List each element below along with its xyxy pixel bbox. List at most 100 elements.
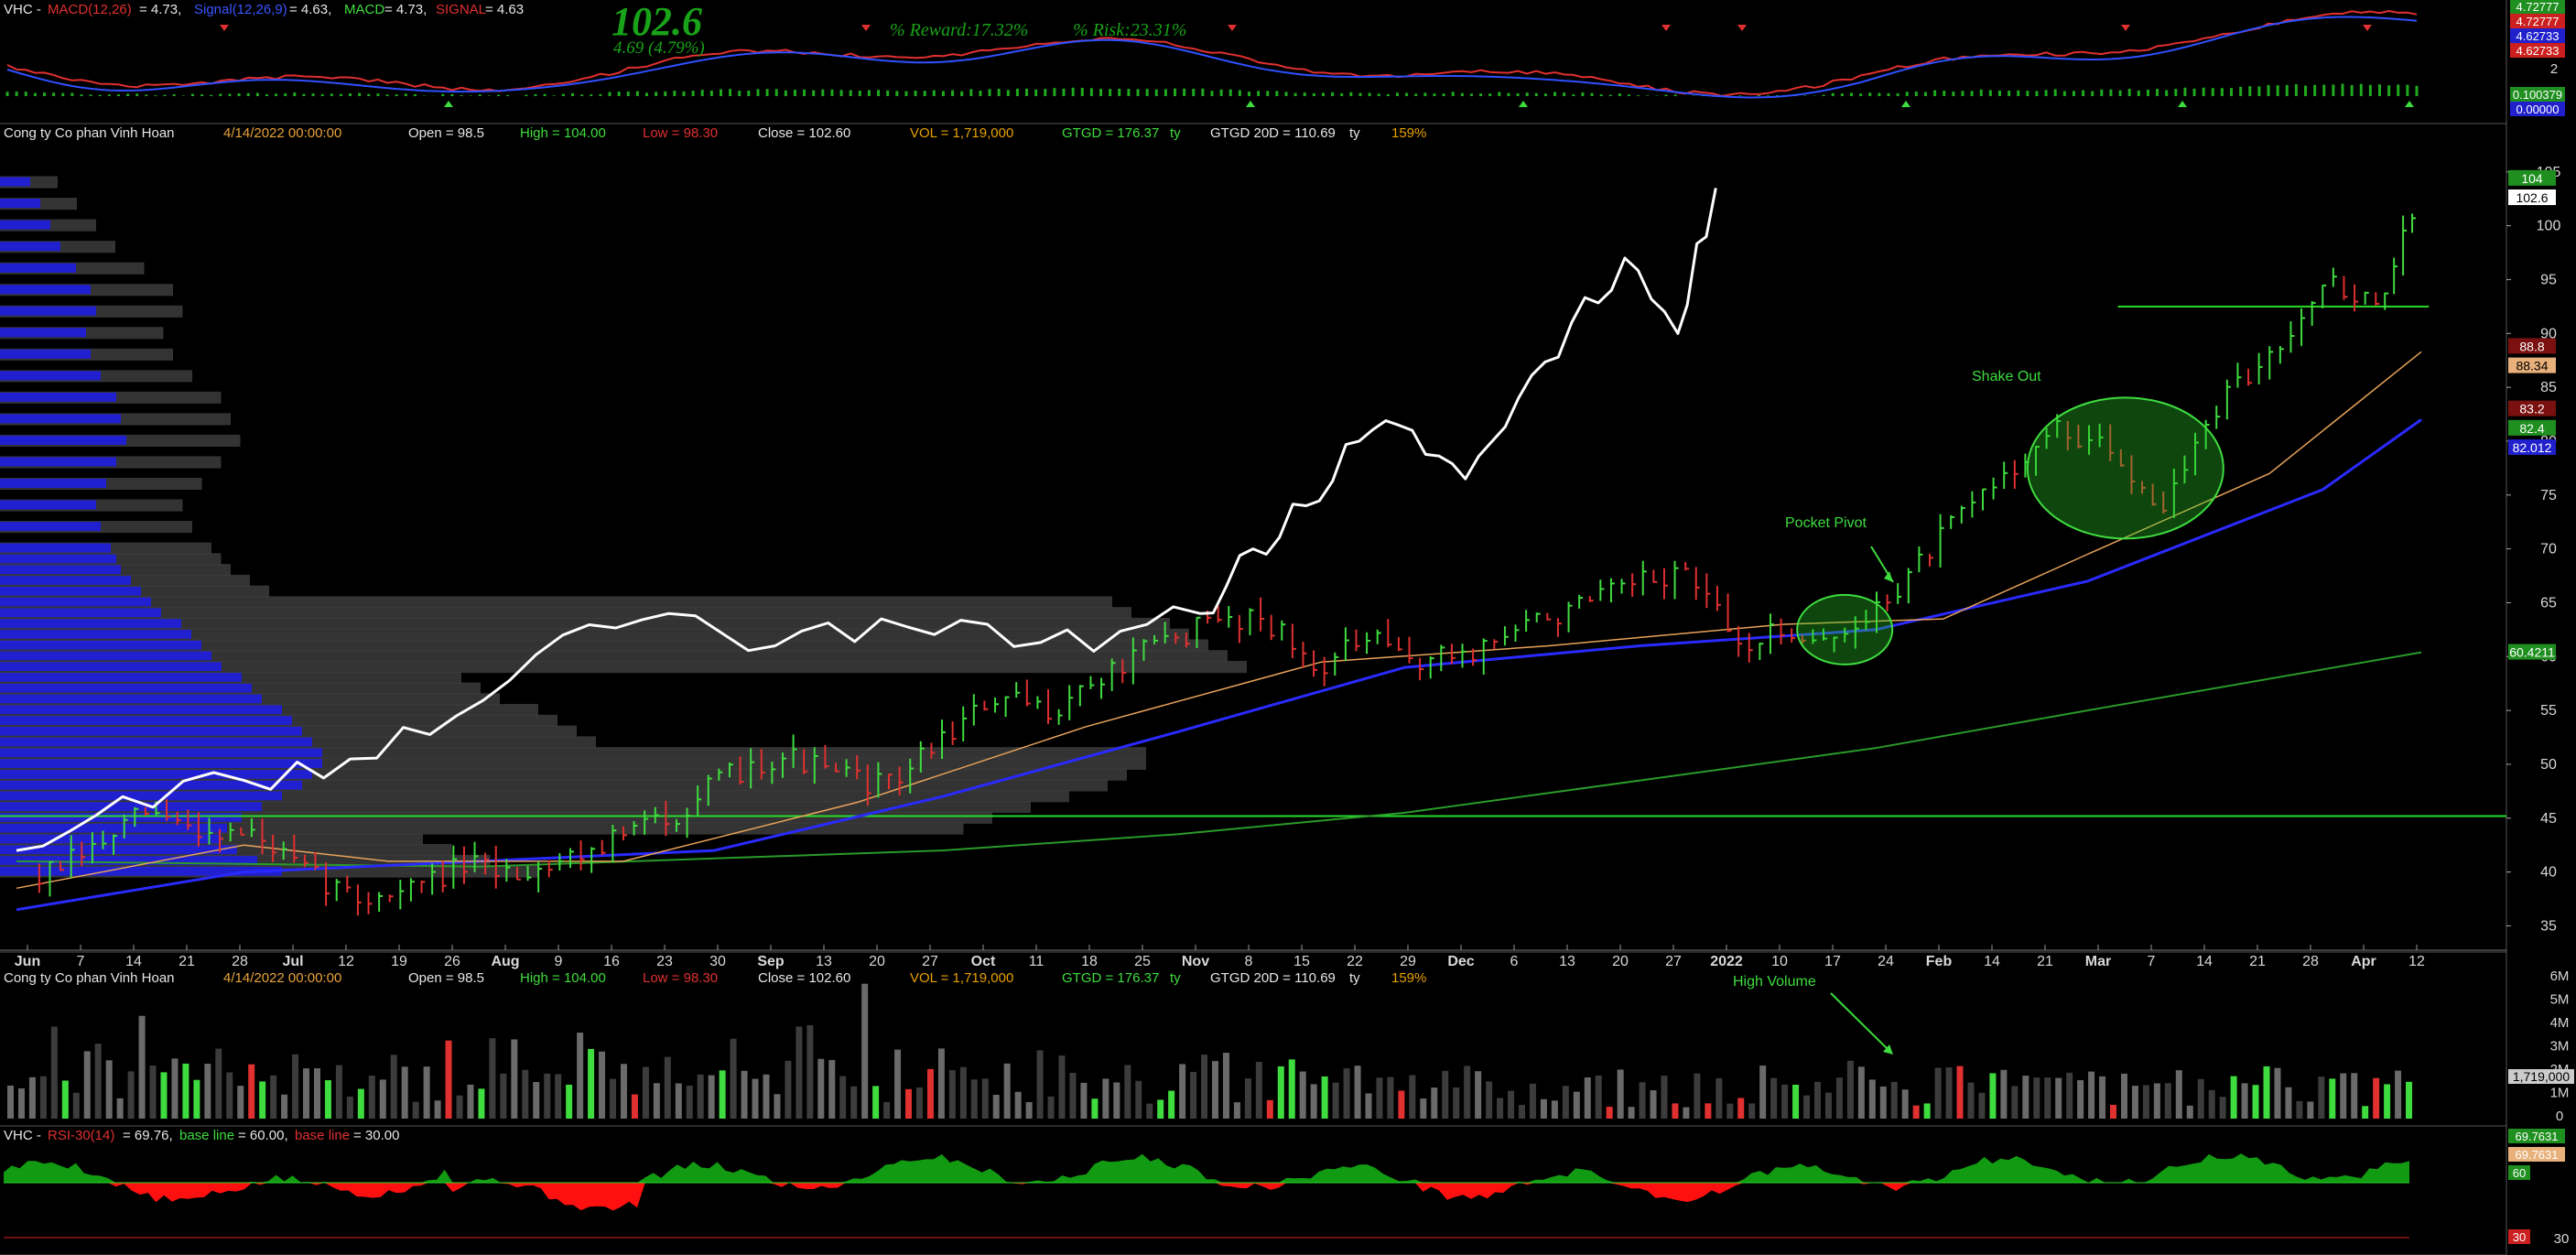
volume-profile-blue-bar [0,823,227,833]
volume-profile-blue-bar [0,834,222,844]
volume-bar [1047,1096,1055,1119]
volume-bar [566,1084,573,1119]
macd-axis-marker-label: 4.72777 [2516,15,2560,28]
price-axis-tick-label: 55 [2540,703,2557,719]
price-axis-tick-label: 65 [2540,595,2557,611]
volume-bar [7,1085,14,1119]
volume-bar [1365,1093,1372,1119]
gtgd-value: GTGD = 176.37 [1062,125,1160,141]
x-axis-label: 27 [1665,954,1682,969]
volume-bar [2329,1078,2336,1119]
volume-profile-blue-bar [0,694,262,704]
volume-axis-tick-label: 4M [2550,1015,2570,1031]
volume-bar [489,1038,496,1119]
volume-profile-blue-bar [0,683,252,693]
volume-bar [412,1101,419,1119]
volume-bar [1168,1090,1175,1119]
volume-bar [817,1058,825,1119]
volume-bar [2033,1077,2040,1119]
rsi-axis-marker-label: 30 [2513,1230,2526,1244]
volume-bar [1868,1079,1876,1119]
volume-bar [653,1083,660,1119]
macd-legend: VHC - MACD(12,26) = 4.73, Signal(12,26,9… [0,0,915,20]
volume-bar [478,1088,485,1119]
volume-bar [730,1038,737,1119]
price-axis-tick-label: 100 [2537,219,2561,234]
x-axis-label: 10 [1771,954,1788,969]
x-axis-label: 7 [2148,954,2156,969]
volume-bar [390,1055,397,1119]
volume-bar [2340,1073,2347,1119]
pocket-pivot-circle [1796,593,1894,665]
signal-line [6,16,2418,99]
volume-bar [1409,1075,1416,1119]
volume-profile-blue-bar [0,715,292,725]
volume-bar [1781,1084,1789,1119]
volume-bar [72,1092,80,1119]
x-axis-label: 27 [922,954,938,969]
macd-sell-arrow [1737,25,1747,31]
volume-bar [599,1051,606,1119]
volume-bar [2208,1089,2215,1119]
volume-bar [2186,1105,2193,1119]
gtgd-percent: 159% [1391,970,1427,986]
price-axis-tick-label: 50 [2540,757,2557,773]
macd-axis-marker-label: 4.62733 [2516,44,2560,58]
macd-line [6,9,2418,97]
volume-bar [741,1070,748,1119]
volume-bar [2088,1071,2095,1119]
volume-bar [2011,1086,2019,1119]
volume-bar [1354,1066,1361,1119]
volume-profile-blue-bar [0,705,282,715]
gtgd20-value: GTGD 20D = 110.69 [1210,970,1336,986]
volume-bar [1529,1083,1536,1119]
high-value: High = 104.00 [520,970,606,986]
gtgd20-value: GTGD 20D = 110.69 [1210,125,1336,141]
volume-bar [1879,1086,1887,1119]
volume-bar [1288,1059,1295,1119]
volume-bar [1803,1095,1811,1119]
x-axis-label: 15 [1293,954,1310,969]
volume-bar [2318,1076,2325,1119]
macd-buy-arrow [444,101,453,107]
volume-profile-blue-bar [0,478,106,489]
gtgd-unit: ty [1170,970,1181,986]
date-label: 4/14/2022 00:00:00 [223,970,342,986]
volume-bar [1113,1082,1120,1119]
gtgd-value: GTGD = 176.37 [1062,970,1160,986]
x-axis-label: Jul [282,954,303,969]
volume-bar [2362,1106,2369,1119]
volume-bar [577,1033,584,1119]
volume-bar [61,1080,69,1119]
volume-bar [182,1063,189,1119]
volume-bar [1146,1103,1153,1119]
volume-bar [1332,1082,1339,1119]
volume-bar [697,1074,704,1119]
rsi-legend-base1: base line [179,1128,235,1143]
x-axis-label: 13 [816,954,832,969]
volume-bar [2153,1083,2160,1119]
volume-axis-tick-label: 0 [2556,1109,2563,1124]
volume-profile-blue-bar [0,618,181,629]
x-axis-label: 2022 [1710,954,1743,969]
volume-profile-blue-bar [0,392,116,402]
volume-profile-blue-bar [0,586,141,596]
volume-bar [1157,1099,1164,1119]
macd-legend-macd2: MACD [344,2,385,17]
volume-profile-blue-bar [0,328,86,338]
volume-bar [1956,1066,1964,1119]
rsi-legend-base2: base line [295,1128,351,1143]
volume-bar [1321,1076,1328,1119]
x-axis-label: Feb [1926,954,1953,969]
x-axis-label: 28 [232,954,248,969]
volume-bar [1025,1101,1033,1119]
volume-bar [1934,1067,1942,1119]
volume-bar [631,1094,638,1119]
rsi-area-below [4,1183,2409,1211]
volume-bar [28,1076,36,1119]
x-axis-label: 30 [709,954,726,969]
volume-bar [193,1079,200,1119]
rsi-area-above [4,1153,2409,1183]
volume-profile-blue-bar [0,748,322,758]
volume-profile-blue-bar [0,177,30,187]
